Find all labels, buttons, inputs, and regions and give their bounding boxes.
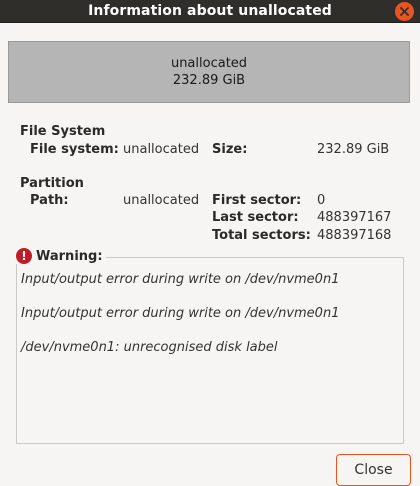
last-sector-label: Last sector:: [212, 210, 299, 225]
warning-title: Warning:: [36, 248, 103, 264]
size-value: 232.89 GiB: [317, 142, 390, 157]
file-system-value: unallocated: [123, 142, 200, 157]
partition-graphic: unallocated 232.89 GiB: [8, 41, 410, 103]
warning-message: Input/output error during write on /dev/…: [21, 272, 340, 287]
total-sectors-value: 488397168: [317, 228, 392, 243]
close-button[interactable]: Close: [336, 454, 411, 486]
close-icon: [400, 7, 409, 16]
first-sector-label: First sector:: [212, 193, 302, 208]
partition-heading: Partition: [20, 176, 84, 191]
last-sector-value: 488397167: [317, 210, 392, 225]
size-label: Size:: [212, 142, 248, 157]
warning-message: Input/output error during write on /dev/…: [21, 306, 340, 321]
warning-message: /dev/nvme0n1: unrecognised disk label: [21, 340, 278, 355]
warning-legend: ! Warning:: [13, 248, 106, 264]
path-label: Path:: [30, 193, 69, 208]
total-sectors-label: Total sectors:: [212, 228, 311, 243]
window-close-button[interactable]: [395, 2, 414, 21]
warning-icon: !: [16, 248, 32, 264]
partition-graphic-size: 232.89 GiB: [172, 73, 246, 88]
partition-graphic-name: unallocated: [170, 56, 248, 71]
first-sector-value: 0: [317, 193, 326, 208]
title-bar: Information about unallocated: [0, 0, 420, 23]
path-value: unallocated: [123, 193, 200, 208]
file-system-heading: File System: [20, 124, 106, 139]
file-system-label: File system:: [30, 142, 119, 157]
window-title: Information about unallocated: [88, 3, 332, 19]
